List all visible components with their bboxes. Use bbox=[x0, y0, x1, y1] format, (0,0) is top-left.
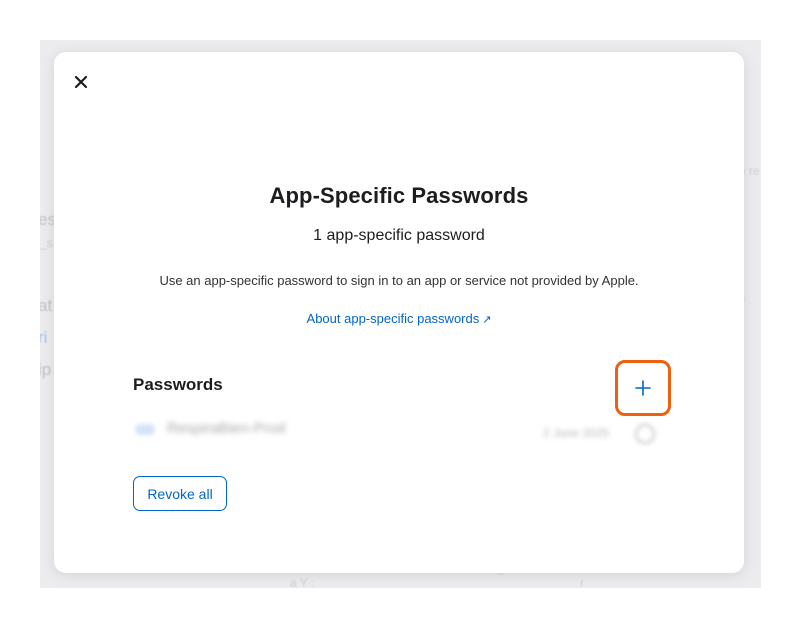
background-text: ri bbox=[40, 328, 48, 347]
dialog-title: App-Specific Passwords bbox=[269, 183, 529, 208]
close-icon bbox=[74, 75, 88, 89]
key-icon bbox=[135, 424, 155, 435]
password-created-date: 2 June 2025 bbox=[543, 426, 610, 440]
passwords-section-title: Passwords bbox=[133, 375, 223, 394]
about-link-label: About app-specific passwords bbox=[306, 311, 480, 326]
password-label: RespiraBien-Prod bbox=[167, 420, 286, 437]
revoke-all-button[interactable]: Revoke all bbox=[133, 476, 227, 511]
app-specific-passwords-dialog: App-Specific Passwords 1 app-specific pa… bbox=[54, 52, 744, 573]
background-text: _s bbox=[40, 236, 53, 250]
close-button[interactable] bbox=[71, 72, 91, 92]
background-text: a Y : bbox=[290, 576, 315, 588]
background-text: ip bbox=[40, 360, 52, 379]
plus-icon bbox=[635, 380, 651, 396]
password-list-item: RespiraBien-Prod 2 June 2025 bbox=[133, 414, 663, 446]
remove-icon[interactable] bbox=[635, 424, 655, 444]
external-link-icon: ↗ bbox=[482, 314, 492, 326]
dialog-description: Use an app-specific password to sign in … bbox=[159, 273, 639, 288]
password-count: 1 app-specific password bbox=[313, 227, 485, 244]
background-text: r bbox=[580, 576, 584, 588]
add-password-button[interactable] bbox=[615, 360, 671, 416]
background-text: at bbox=[40, 296, 53, 315]
about-app-specific-passwords-link[interactable]: About app-specific passwords ↗ bbox=[54, 311, 744, 326]
